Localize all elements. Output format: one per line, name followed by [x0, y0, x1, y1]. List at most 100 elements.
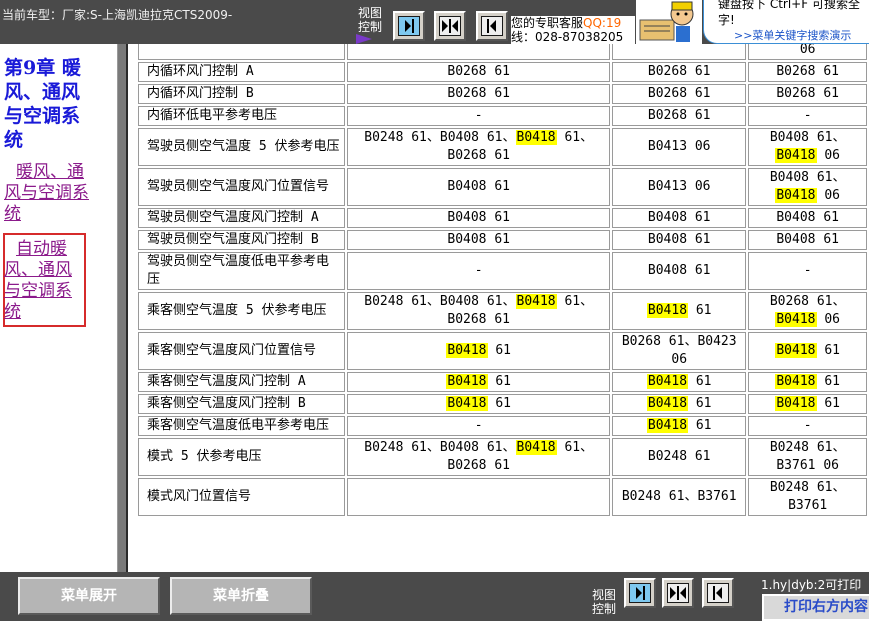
cell-name: 乘客侧空气温度风门控制 B	[138, 394, 346, 414]
table-row: 模式风门位置信号 B0248 61、B3761 B0248 61、B3761	[138, 478, 867, 516]
view-dock-right-button[interactable]	[476, 11, 508, 41]
view-control-label: 视图控制	[358, 6, 383, 34]
cell-c1: B0268 61	[347, 62, 611, 82]
cell-c2: B0408 61	[612, 252, 747, 290]
section-link-auto-hvac[interactable]: 自动暖风、通风与空调系统	[4, 239, 88, 323]
cell-c2: B0413 06	[612, 128, 747, 166]
cell-name: 乘客侧空气温度低电平参考电压	[138, 416, 346, 436]
dock-left-icon	[405, 19, 414, 33]
search-tip-box: 键盘按下 Ctrl+F 可搜索全 字! >>菜单关键字搜索演示	[703, 0, 869, 44]
cell-c1: B0248 61、B0408 61、B0418 61、B0268 61	[347, 292, 611, 330]
table-row: 乘客侧空气温度低电平参考电压 - B0418 61-	[138, 416, 867, 436]
support-qq[interactable]: QQ:19	[583, 16, 621, 30]
search-demo-link[interactable]: >>菜单关键字搜索演示	[734, 27, 851, 43]
bottom-view-dock-left-button[interactable]	[624, 578, 656, 608]
chapter-title[interactable]: 第9章 暖风、通风与空调系统	[4, 56, 96, 152]
split-view-icon	[442, 19, 458, 33]
cell-c3: -	[748, 416, 867, 436]
cell-c1: B0408 61	[347, 168, 611, 206]
cell-c1	[347, 478, 611, 516]
cell-c1: -	[347, 106, 611, 126]
cell-name: 内循环低电平参考电压	[138, 106, 346, 126]
bottom-view-dock-right-button[interactable]	[702, 578, 734, 608]
cell-c1: B0418 61	[347, 394, 611, 414]
table-row: 内循环低电平参考电压 - B0268 61-	[138, 106, 867, 126]
dock-left-icon	[636, 586, 645, 600]
table-row: 驾驶员侧空气温度 5 伏参考电压 B0248 61、B0408 61、B0418 …	[138, 128, 867, 166]
menu-collapse-button[interactable]: 菜单折叠	[170, 577, 312, 615]
search-highlight: B0418	[515, 440, 557, 455]
current-link-text-2[interactable]: 风、通风与空调系统	[4, 260, 72, 322]
table-row: 乘客侧空气温度风门控制 B B0418 61 B0418 61 B0418 61	[138, 394, 867, 414]
cell-c1: B0418 61	[347, 372, 611, 392]
cell-c3: -	[748, 106, 867, 126]
cell-c1: B0408 61	[347, 230, 611, 250]
cell-c3: B0418 61	[748, 372, 867, 392]
panel-splitter[interactable]	[118, 44, 126, 572]
top-toolbar: 当前车型：厂家:S-上海凯迪拉克CTS2009- 视图控制 您的专职客服QQ:1…	[0, 0, 869, 44]
print-hint: 1.hy|dyb:2可打印	[761, 578, 862, 592]
cell-name: 乘客侧空气温度风门位置信号	[138, 332, 346, 370]
cell-c1: -	[347, 416, 611, 436]
search-highlight: B0418	[646, 396, 689, 411]
cell-c2: B0248 61、B3761	[612, 478, 747, 516]
cell-c3: B0408 61	[748, 208, 867, 228]
search-highlight: B0418	[446, 396, 488, 411]
cell-c3: B0408 61	[748, 230, 867, 250]
cell-name: 模式风门位置信号	[138, 478, 346, 516]
cell-name: 内循环风门控制 B	[138, 84, 346, 104]
cell-c1: B0418 61	[347, 332, 611, 370]
section-link-text-1[interactable]: 暖风、通	[4, 162, 84, 182]
search-highlight: B0418	[446, 343, 488, 358]
support-phone: 线：028-87038205	[511, 30, 624, 44]
menu-expand-button[interactable]: 菜单展开	[18, 577, 160, 615]
search-highlight: B0418	[446, 374, 488, 389]
cell-c3: 06	[748, 44, 867, 60]
support-label: 您的专职客服	[511, 16, 584, 30]
cell-c2: B0408 61	[612, 208, 747, 228]
view-arrow-icon	[356, 34, 372, 44]
cell-c2: B0268 61	[612, 84, 747, 104]
mascot-image	[636, 0, 702, 44]
cell-c3: B0248 61、B3761 06	[748, 438, 867, 476]
split-view-icon	[670, 586, 686, 600]
view-split-button[interactable]	[434, 11, 466, 41]
cell-c2	[612, 44, 747, 60]
cell-c3: B0268 61	[748, 84, 867, 104]
bottom-view-split-button[interactable]	[662, 578, 694, 608]
current-vehicle-label: 当前车型：厂家:S-上海凯迪拉克CTS2009-	[2, 8, 233, 22]
search-highlight: B0418	[775, 148, 817, 163]
search-highlight: B0418	[775, 312, 817, 327]
table-row: 驾驶员侧空气温度风门控制 A B0408 61 B0408 61 B0408 61	[138, 208, 867, 228]
search-highlight: B0418	[775, 188, 817, 203]
search-highlight: B0418	[646, 303, 689, 318]
search-tip-text: 键盘按下 Ctrl+F 可搜索全	[718, 0, 860, 11]
cell-c2: B0413 06	[612, 168, 747, 206]
current-link-text-1[interactable]: 自动暖	[4, 239, 67, 259]
cell-c3: B0268 61、B0418 06	[748, 292, 867, 330]
customer-service-box: 您的专职客服QQ:19 线：028-87038205	[511, 16, 635, 44]
cell-c3: B0408 61、B0418 06	[748, 168, 867, 206]
cell-c2: B0408 61	[612, 230, 747, 250]
cell-c3: -	[748, 252, 867, 290]
cell-c2: B0418 61	[612, 292, 747, 330]
search-highlight: B0418	[775, 396, 817, 411]
cell-name: 模式 5 伏参考电压	[138, 438, 346, 476]
chapter-tree: 第9章 暖风、通风与空调系统 暖风、通风与空调系统 自动暖风、通风与空调系统	[0, 44, 118, 572]
cell-c3: B0248 61、B3761	[748, 478, 867, 516]
print-right-content-button[interactable]: 打印右方内容	[762, 594, 869, 621]
cell-c2: B0268 61、B0423 06	[612, 332, 747, 370]
table-row: 乘客侧空气温度 5 伏参考电压 B0248 61、B0408 61、B0418 6…	[138, 292, 867, 330]
cell-c2: B0418 61	[612, 372, 747, 392]
cell-name: 驾驶员侧空气温度低电平参考电压	[138, 252, 346, 290]
table-row: 驾驶员侧空气温度风门控制 B B0408 61 B0408 61 B0408 61	[138, 230, 867, 250]
cell-c1: B0408 61	[347, 208, 611, 228]
dock-right-icon	[713, 586, 722, 600]
cell-name: 驾驶员侧空气温度风门控制 A	[138, 208, 346, 228]
cell-c1: B0248 61、B0408 61、B0418 61、B0268 61	[347, 438, 611, 476]
section-link-text-2[interactable]: 风与空调系统	[4, 183, 89, 224]
cell-name: 驾驶员侧空气温度风门控制 B	[138, 230, 346, 250]
section-link-hvac[interactable]: 暖风、通风与空调系统	[4, 162, 98, 225]
view-dock-left-button[interactable]	[393, 11, 425, 41]
search-highlight: B0418	[646, 374, 689, 389]
